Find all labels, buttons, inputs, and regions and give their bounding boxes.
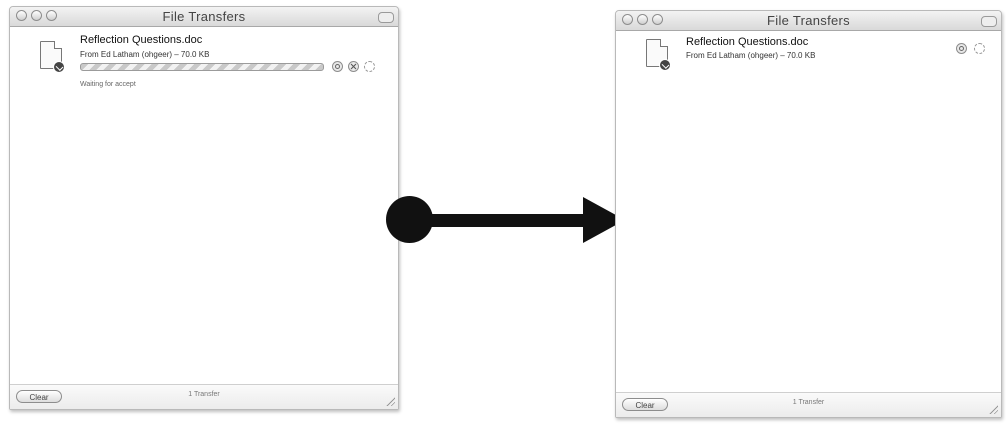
- transfer-status: Waiting for accept: [80, 81, 136, 88]
- transfer-row[interactable]: Reflection Questions.doc From Ed Latham …: [616, 31, 1001, 103]
- status-bar: Clear 1 Transfer: [10, 384, 398, 409]
- retry-icon[interactable]: [974, 43, 985, 54]
- file-transfers-window-after: File Transfers Reflection Questions.doc …: [615, 10, 1002, 418]
- sender-info: From Ed Latham (ohgeer) – 70.0 KB: [80, 50, 210, 59]
- file-transfers-window-before: File Transfers Reflection Questions.doc …: [9, 6, 399, 410]
- status-bar: Clear 1 Transfer: [616, 392, 1001, 417]
- title-bar[interactable]: File Transfers: [616, 11, 1001, 31]
- stop-transfer-icon[interactable]: [348, 61, 359, 72]
- reveal-in-finder-icon[interactable]: [332, 61, 343, 72]
- toolbar-toggle-button[interactable]: [981, 16, 997, 27]
- file-name: Reflection Questions.doc: [686, 36, 809, 48]
- transfer-count: 1 Transfer: [188, 391, 220, 398]
- window-title: File Transfers: [162, 9, 246, 24]
- progress-bar: [80, 63, 324, 71]
- title-bar[interactable]: File Transfers: [10, 7, 398, 27]
- document-icon: [646, 39, 671, 71]
- reveal-in-finder-icon[interactable]: [956, 43, 967, 54]
- download-badge-icon: [659, 59, 671, 71]
- toolbar-toggle-button[interactable]: [378, 12, 394, 23]
- transfer-row[interactable]: Reflection Questions.doc From Ed Latham …: [10, 27, 398, 99]
- file-name: Reflection Questions.doc: [80, 34, 203, 46]
- transfer-count: 1 Transfer: [792, 399, 825, 406]
- retry-icon[interactable]: [364, 61, 375, 72]
- window-title: File Transfers: [767, 13, 850, 28]
- arrow-shaft: [425, 214, 585, 227]
- download-badge-icon: [53, 61, 65, 73]
- document-icon: [40, 41, 65, 73]
- sender-info: From Ed Latham (ohgeer) – 70.0 KB: [686, 51, 816, 60]
